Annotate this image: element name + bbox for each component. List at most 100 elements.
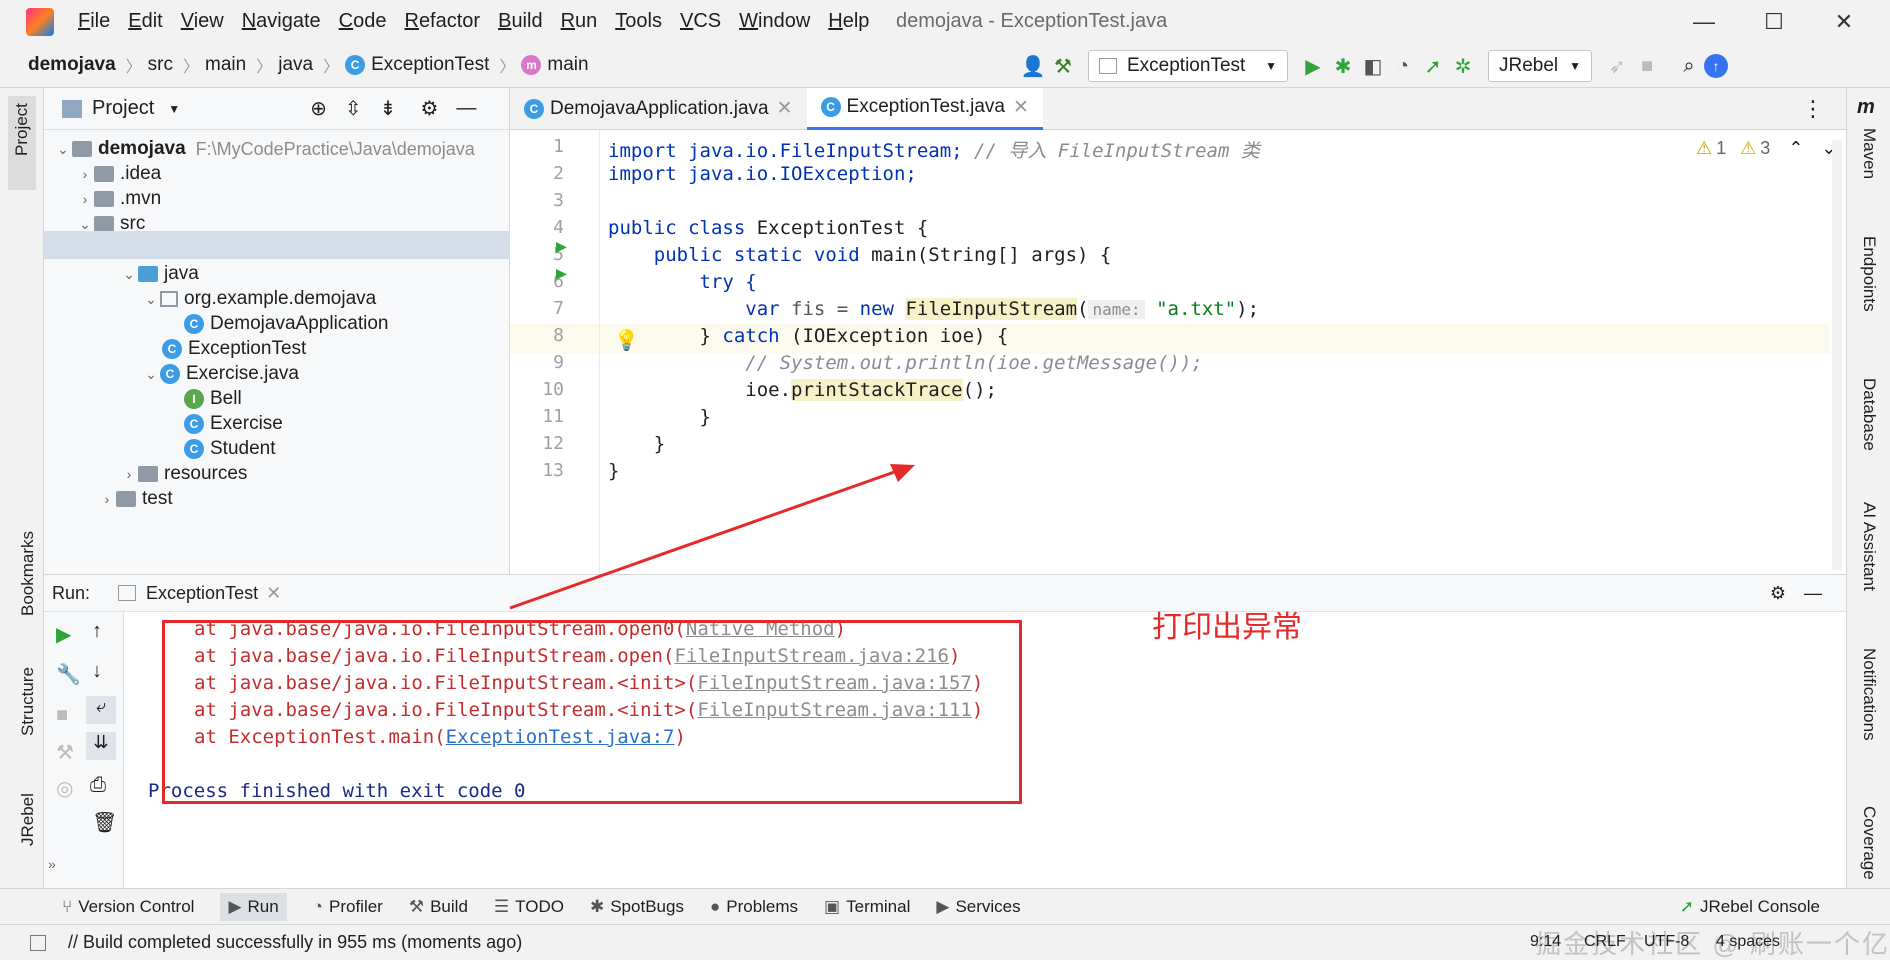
menu-window[interactable]: Window: [739, 10, 810, 33]
profile-icon[interactable]: ◔: [1388, 51, 1418, 81]
collapse-all-icon[interactable]: ⇟: [380, 96, 397, 121]
database-tool-button[interactable]: Database: [1859, 378, 1879, 451]
down-arrow-icon[interactable]: ↓: [92, 660, 102, 683]
hide-icon[interactable]: —: [1804, 583, 1822, 604]
inspection-widget[interactable]: ⚠ 1 ⚠ 3 ⌃ ⌄: [1696, 138, 1837, 159]
menu-navigate[interactable]: Navigate: [242, 10, 321, 33]
file-encoding[interactable]: UTF-8: [1644, 933, 1689, 951]
trash-icon[interactable]: 🗑: [92, 810, 117, 835]
menu-build[interactable]: Build: [498, 10, 542, 33]
coverage-icon[interactable]: ◧: [1358, 51, 1388, 81]
close-icon[interactable]: ✕: [777, 97, 793, 120]
project-title[interactable]: Project: [92, 97, 154, 120]
update-ide-icon[interactable]: ↑: [1704, 54, 1728, 78]
tab-demojavaapplication[interactable]: C DemojavaApplication.java ✕: [510, 88, 807, 130]
restore-layout-icon[interactable]: ⚒: [56, 740, 74, 765]
search-icon[interactable]: ⌕: [1674, 51, 1704, 81]
breadcrumb-java[interactable]: java: [278, 54, 313, 76]
status-message[interactable]: // Build completed successfully in 955 m…: [68, 932, 522, 953]
menu-file[interactable]: File: [78, 10, 110, 33]
tool-tab-profiler[interactable]: ◔ Profiler: [313, 897, 383, 917]
maximize-icon[interactable]: ☐: [1754, 6, 1794, 38]
more-vertical-icon[interactable]: ⋮: [1802, 96, 1824, 122]
tool-tab-version-control[interactable]: ⑂ Version Control: [62, 897, 194, 917]
menu-view[interactable]: View: [181, 10, 224, 33]
jrebel-run-icon[interactable]: ➚: [1418, 51, 1448, 81]
breadcrumb-project[interactable]: demojava: [28, 54, 116, 76]
jrebel-tool-button[interactable]: JRebel: [18, 793, 38, 846]
tool-tab-todo[interactable]: ☰ TODO: [494, 897, 564, 917]
menu-edit[interactable]: Edit: [128, 10, 162, 33]
ai-assistant-tool-button[interactable]: AI Assistant: [1859, 502, 1879, 591]
chevron-up-icon[interactable]: ⌃: [1788, 138, 1803, 159]
jrebel-debug-icon[interactable]: ✲: [1448, 51, 1478, 81]
wrench-icon[interactable]: 🔧: [56, 662, 81, 687]
run-icon[interactable]: ▶: [1298, 51, 1328, 81]
up-arrow-icon[interactable]: ↑: [92, 620, 102, 643]
close-icon[interactable]: ✕: [1824, 6, 1864, 38]
chevron-down-icon[interactable]: ▼: [168, 102, 180, 116]
expand-all-icon[interactable]: ⇳: [345, 96, 362, 121]
menu-run[interactable]: Run: [561, 10, 598, 33]
minimize-icon[interactable]: —: [1684, 6, 1724, 38]
tool-tab-build[interactable]: ⚒ Build: [409, 897, 468, 917]
gear-icon[interactable]: ⚙: [1770, 583, 1786, 604]
chevron-down-icon: ⌄: [145, 290, 157, 307]
breadcrumb-src[interactable]: src: [148, 54, 173, 76]
tab-label: ExceptionTest.java: [846, 96, 1005, 117]
jrebel-select[interactable]: JRebel ▼: [1488, 50, 1592, 82]
run-tab[interactable]: ExceptionTest ✕: [118, 583, 281, 604]
update-icon[interactable]: ➶: [1602, 51, 1632, 81]
tree-item-test[interactable]: › test: [98, 484, 173, 514]
hide-icon[interactable]: —: [456, 97, 476, 120]
stop-icon[interactable]: ■: [1632, 51, 1662, 81]
coverage-tool-button[interactable]: Coverage: [1859, 806, 1879, 880]
bookmarks-tool-button[interactable]: Bookmarks: [18, 531, 38, 616]
maven-tool-button[interactable]: Maven: [1859, 128, 1879, 179]
print-icon[interactable]: ⎙: [90, 774, 106, 797]
menu-help[interactable]: Help: [828, 10, 869, 33]
notifications-tool-button[interactable]: Notifications: [1859, 648, 1879, 741]
tool-tab-terminal[interactable]: ▣ Terminal: [824, 897, 910, 917]
scroll-to-end-icon[interactable]: ⇊: [86, 732, 116, 760]
menu-vcs[interactable]: VCS: [680, 10, 721, 33]
tool-tab-jrebel-console[interactable]: ➚ JRebel Console: [1680, 897, 1820, 917]
code-editor[interactable]: 1 2 3 4 5 6 7 8 9 10 11 12 13 ▶ ▶ 💡 impo…: [510, 130, 1846, 574]
tool-tab-spotbugs[interactable]: ✱ SpotBugs: [590, 897, 684, 917]
tool-tab-problems[interactable]: ● Problems: [710, 897, 798, 917]
user-icon[interactable]: 👤: [1018, 51, 1048, 81]
menu-refactor[interactable]: Refactor: [404, 10, 480, 33]
editor-scrollbar[interactable]: [1832, 140, 1842, 570]
chevron-down-icon: ⌄: [57, 140, 69, 157]
indent-setting[interactable]: 4 spaces: [1716, 933, 1780, 951]
project-tool-button[interactable]: Project: [12, 103, 32, 156]
run-config-select[interactable]: ExceptionTest ▼: [1088, 50, 1288, 82]
caret-position[interactable]: 9:14: [1530, 933, 1561, 951]
run-method-icon[interactable]: ▶: [556, 263, 567, 284]
build-hammer-icon[interactable]: ⚒: [1048, 51, 1078, 81]
menu-tools[interactable]: Tools: [615, 10, 662, 33]
run-class-icon[interactable]: ▶: [556, 236, 567, 257]
tab-exceptiontest[interactable]: C ExceptionTest.java ✕: [806, 87, 1043, 130]
endpoints-tool-button[interactable]: Endpoints: [1859, 236, 1879, 312]
rerun-icon[interactable]: ▶: [56, 622, 71, 647]
structure-tool-button[interactable]: Structure: [18, 667, 38, 736]
stop-icon[interactable]: ■: [56, 704, 68, 727]
pin-icon[interactable]: ◎: [56, 776, 73, 801]
close-icon[interactable]: ✕: [266, 583, 281, 604]
line-separator[interactable]: CRLF: [1584, 933, 1626, 951]
services-icon: ▶: [936, 896, 950, 916]
tool-tab-services[interactable]: ▶ Services: [936, 897, 1020, 917]
gear-icon[interactable]: ⚙: [420, 96, 438, 121]
layout-toggle-icon[interactable]: [30, 934, 46, 951]
breadcrumb-main[interactable]: main: [205, 54, 246, 76]
breadcrumb-method[interactable]: main: [547, 54, 588, 76]
locate-icon[interactable]: ⊕: [310, 96, 327, 121]
tool-tab-run[interactable]: ▶ Run: [220, 892, 287, 921]
soft-wrap-icon[interactable]: ⤶: [86, 696, 116, 724]
close-icon[interactable]: ✕: [1013, 96, 1029, 119]
menu-code[interactable]: Code: [339, 10, 387, 33]
debug-icon[interactable]: ✱: [1328, 51, 1358, 81]
more-icon[interactable]: »: [48, 856, 56, 872]
breadcrumb-class[interactable]: ExceptionTest: [371, 54, 489, 76]
